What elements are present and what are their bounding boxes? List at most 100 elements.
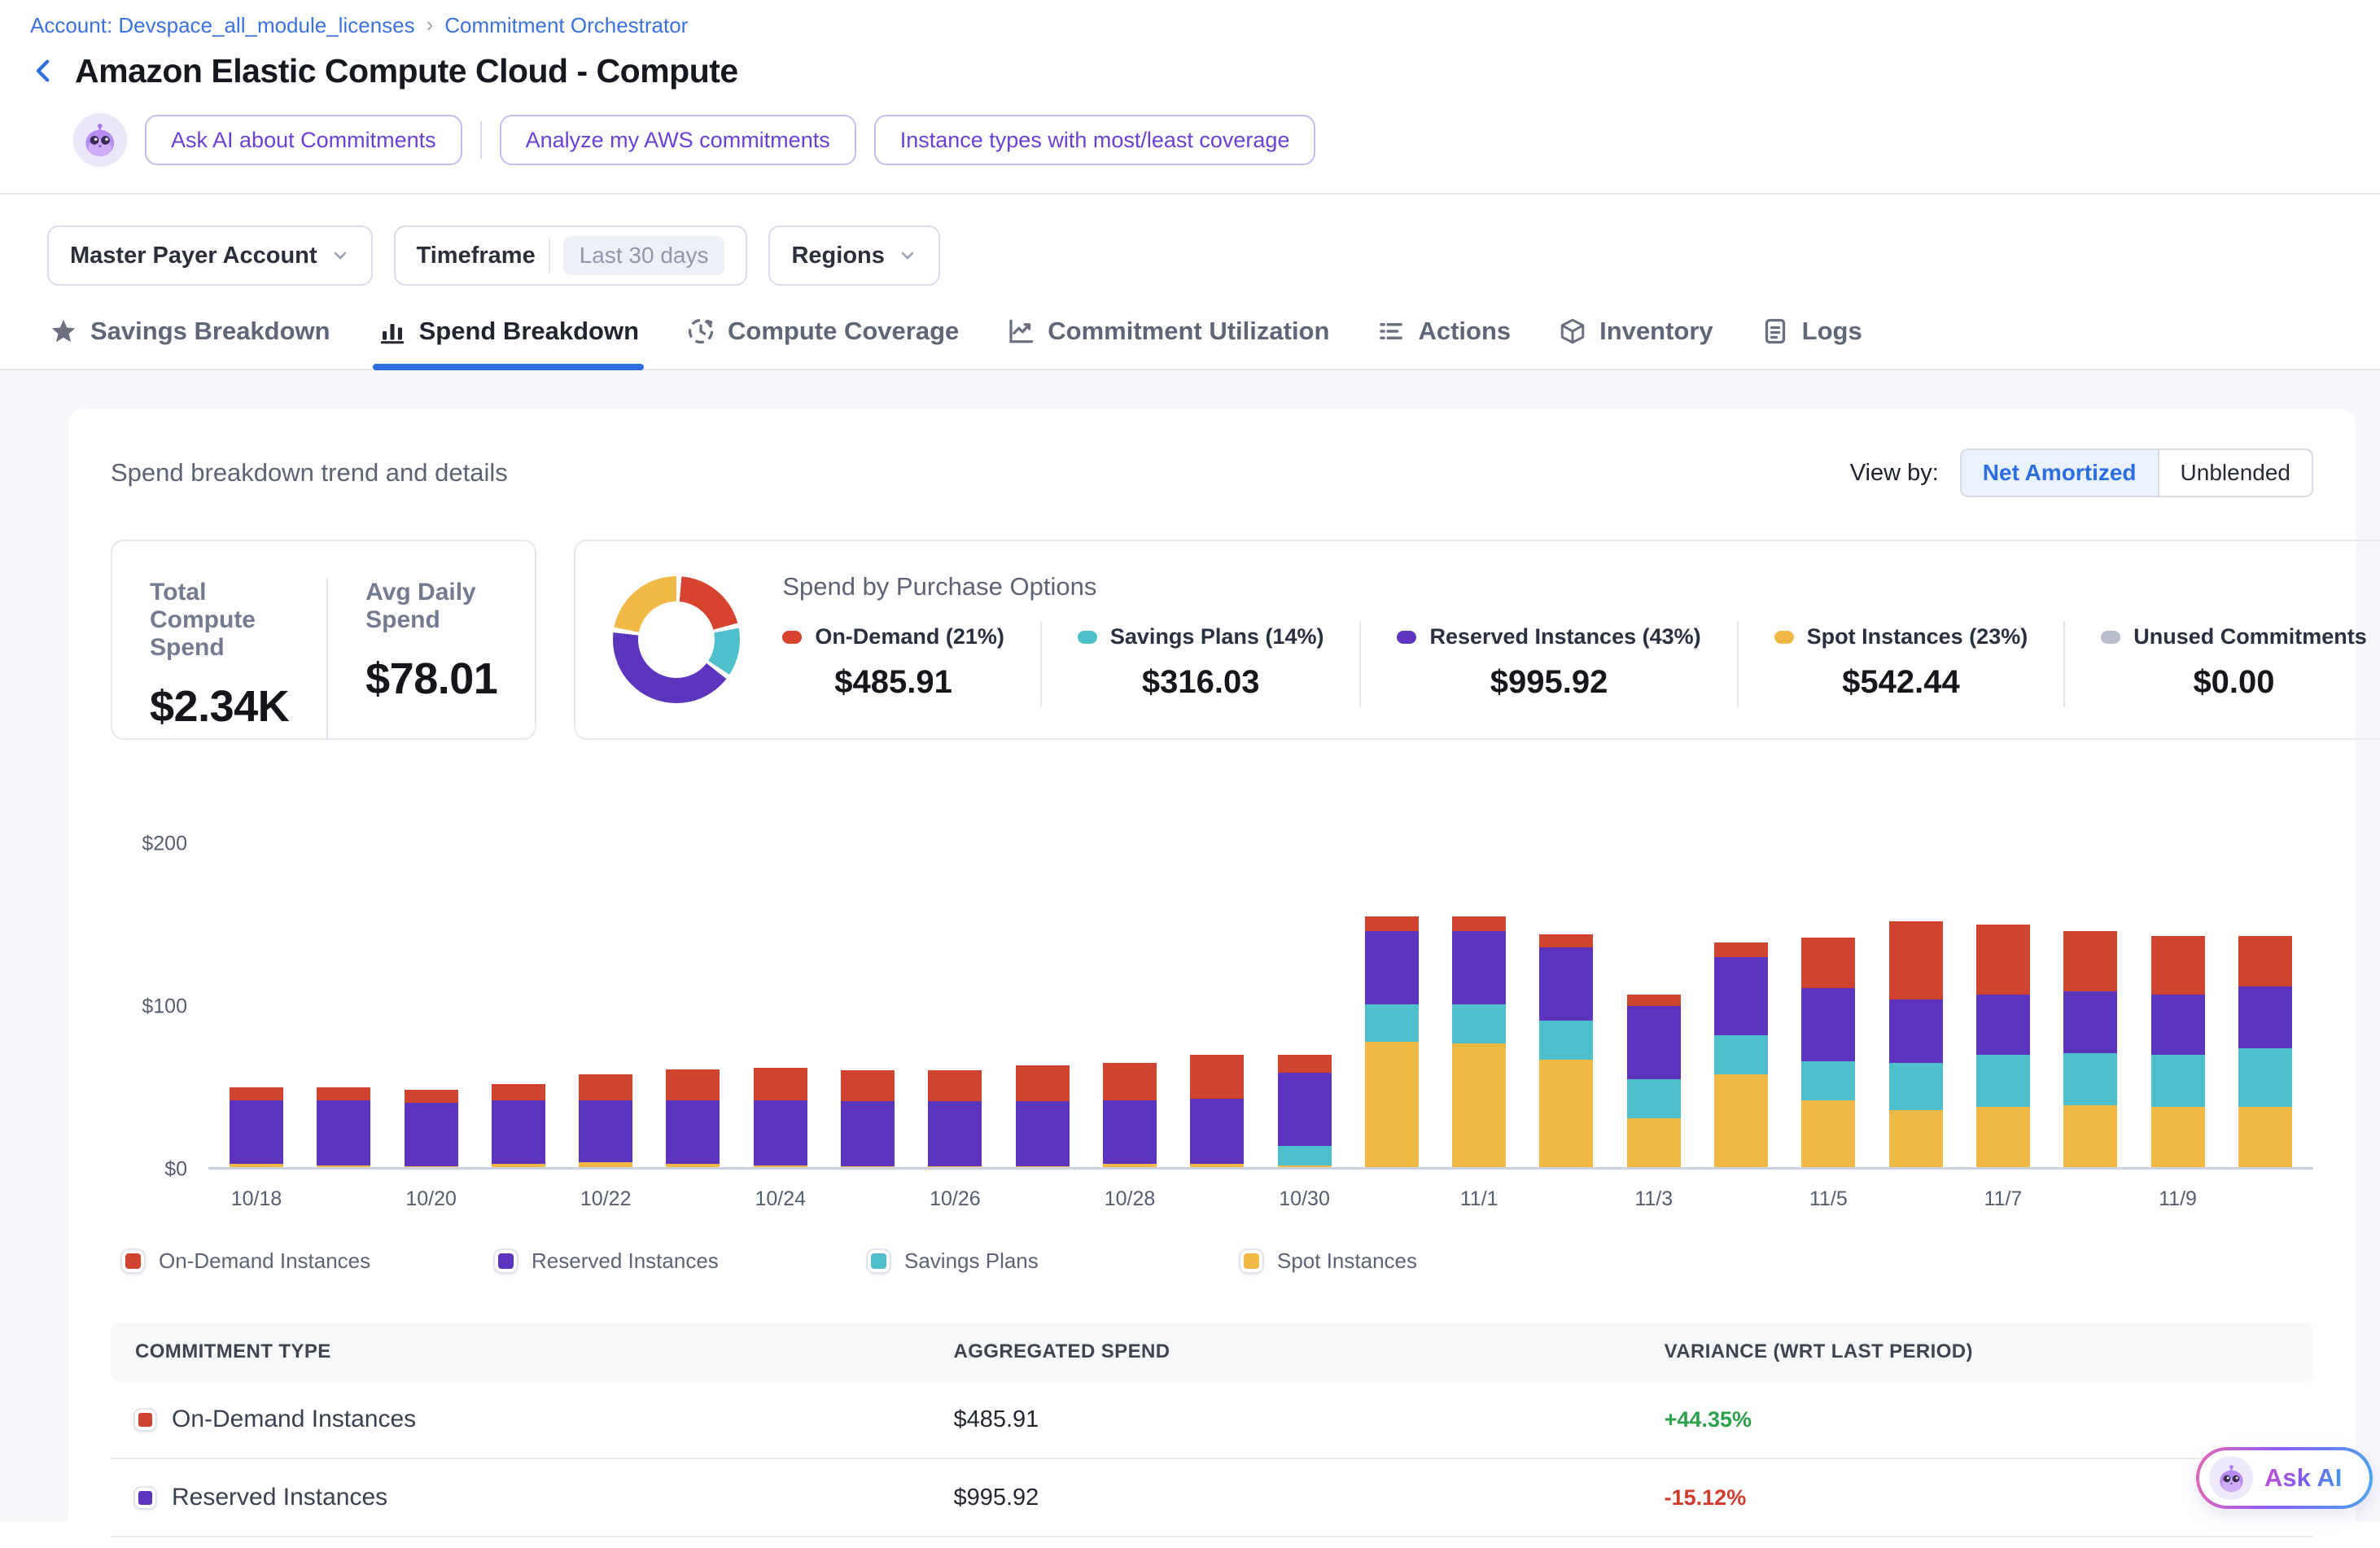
bar-segment-on-demand-instances	[1190, 1055, 1244, 1099]
ask-ai-fab[interactable]: Ask AI	[2196, 1447, 2373, 1509]
breadcrumb-section-link[interactable]: Commitment Orchestrator	[444, 13, 688, 38]
ai-action-button[interactable]: Ask AI about Commitments	[145, 115, 462, 165]
bar-segment-reserved-instances	[1539, 947, 1593, 1021]
account-dropdown[interactable]: Master Payer Account	[47, 225, 373, 286]
chart-bar-10-19[interactable]	[317, 818, 370, 1167]
purchase-options-donut-chart	[613, 576, 740, 703]
purchase-legend-value: $316.03	[1078, 664, 1324, 701]
chart-legend-item: On-Demand Instances	[122, 1248, 495, 1274]
bar-segment-on-demand-instances	[1103, 1063, 1157, 1100]
bar-segment-spot-instances	[1627, 1118, 1681, 1167]
view-by-option-unblended[interactable]: Unblended	[2158, 450, 2312, 496]
table-column-header: VARIANCE (WRT LAST PERIOD)	[1665, 1340, 2289, 1363]
document-icon	[1761, 317, 1790, 346]
content-area: Spend breakdown trend and details View b…	[0, 370, 2380, 1521]
tab-spend-breakdown[interactable]: Spend Breakdown	[378, 317, 639, 369]
breadcrumb-account-link[interactable]: Account: Devspace_all_module_licenses	[30, 13, 415, 38]
bar-segment-savings-plans	[2063, 1053, 2117, 1105]
view-by-control: View by: Net AmortizedUnblended	[1850, 448, 2313, 497]
table-header: COMMITMENT TYPEAGGREGATED SPENDVARIANCE …	[111, 1323, 2313, 1381]
chart-legend-item: Savings Plans	[868, 1248, 1240, 1274]
tab-label: Commitment Utilization	[1048, 317, 1329, 346]
x-axis-tick-label: 11/5	[1801, 1187, 1855, 1211]
tab-actions[interactable]: Actions	[1376, 317, 1511, 369]
bar-segment-spot-instances	[754, 1165, 807, 1167]
chart-bar-10-24[interactable]	[754, 818, 807, 1167]
x-axis-tick-label	[2063, 1187, 2117, 1211]
regions-dropdown-label: Regions	[791, 243, 884, 269]
spend-trend-chart: $0$100$200 10/1810/2010/2210/2410/2610/2…	[111, 818, 2313, 1211]
chart-bar-10-22[interactable]	[579, 818, 632, 1167]
chart-bar-11-10[interactable]	[2238, 818, 2292, 1167]
chart-bar-10-21[interactable]	[492, 818, 545, 1167]
table-row[interactable]: On-Demand Instances$485.91+44.35%	[111, 1381, 2313, 1459]
chart-bar-10-26[interactable]	[928, 818, 982, 1167]
bar-segment-reserved-instances	[1365, 931, 1419, 1004]
chart-bar-11-3[interactable]	[1627, 818, 1681, 1167]
chart-legend-label: Savings Plans	[904, 1248, 1039, 1274]
tab-inventory[interactable]: Inventory	[1558, 317, 1713, 369]
chart-bar-11-1[interactable]	[1452, 818, 1506, 1167]
ai-action-button[interactable]: Instance types with most/least coverage	[874, 115, 1316, 165]
bar-segment-spot-instances	[2151, 1107, 2205, 1167]
chart-bar-11-6[interactable]	[1889, 818, 1943, 1167]
chart-bar-11-8[interactable]	[2063, 818, 2117, 1167]
tab-savings-breakdown[interactable]: Savings Breakdown	[49, 317, 330, 369]
tab-logs[interactable]: Logs	[1761, 317, 1862, 369]
line-chart-icon	[1006, 317, 1035, 346]
tab-label: Savings Breakdown	[90, 317, 330, 346]
chart-bar-10-30[interactable]	[1278, 818, 1332, 1167]
bar-segment-reserved-instances	[754, 1100, 807, 1165]
bar-segment-reserved-instances	[1190, 1099, 1244, 1164]
chart-bar-11-5[interactable]	[1801, 818, 1855, 1167]
back-button[interactable]	[24, 51, 63, 90]
chart-bar-10-23[interactable]	[666, 818, 720, 1167]
bar-segment-savings-plans	[1627, 1079, 1681, 1118]
bar-segment-savings-plans	[1365, 1004, 1419, 1042]
table-column-header: AGGREGATED SPEND	[953, 1340, 1664, 1363]
bar-segment-spot-instances	[579, 1162, 632, 1167]
chart-bar-10-31[interactable]	[1365, 818, 1419, 1167]
bar-segment-reserved-instances	[579, 1100, 632, 1162]
bar-segment-spot-instances	[1889, 1110, 1943, 1167]
aggregated-spend-cell: $485.91	[953, 1406, 1664, 1433]
bar-segment-spot-instances	[2238, 1107, 2292, 1167]
chart-bar-10-28[interactable]	[1103, 818, 1157, 1167]
purchase-legend-label: Savings Plans (14%)	[1110, 624, 1324, 649]
regions-dropdown[interactable]: Regions	[768, 225, 939, 286]
chart-bar-10-27[interactable]	[1016, 818, 1070, 1167]
tab-compute-coverage[interactable]: Compute Coverage	[686, 317, 959, 369]
timeframe-divider	[549, 238, 550, 273]
chart-bar-10-29[interactable]	[1190, 818, 1244, 1167]
bar-segment-reserved-instances	[1801, 988, 1855, 1061]
timeframe-value[interactable]: Last 30 days	[563, 236, 725, 275]
bar-segment-spot-instances	[1976, 1107, 2030, 1167]
view-by-option-net-amortized[interactable]: Net Amortized	[1962, 450, 2158, 496]
chevron-down-icon	[898, 246, 917, 265]
chart-bar-11-9[interactable]	[2151, 818, 2205, 1167]
chart-legend-label: Spot Instances	[1277, 1248, 1417, 1274]
tab-label: Actions	[1418, 317, 1511, 346]
chevron-left-icon	[30, 57, 58, 85]
chart-legend: On-Demand InstancesReserved InstancesSav…	[111, 1248, 2313, 1274]
table-row[interactable]: Reserved Instances$995.92-15.12%	[111, 1459, 2313, 1537]
legend-swatch-icon	[135, 1410, 155, 1430]
x-axis-tick-label	[2238, 1187, 2292, 1211]
chart-bar-11-4[interactable]	[1714, 818, 1768, 1167]
tab-label: Inventory	[1599, 317, 1713, 346]
bar-segment-on-demand-instances	[492, 1084, 545, 1100]
ai-action-button[interactable]: Analyze my AWS commitments	[500, 115, 856, 165]
timeframe-control[interactable]: Timeframe Last 30 days	[394, 225, 748, 286]
chart-bar-11-2[interactable]	[1539, 818, 1593, 1167]
bar-segment-on-demand-instances	[1801, 938, 1855, 988]
chart-bar-11-7[interactable]	[1976, 818, 2030, 1167]
legend-swatch-icon	[495, 1250, 517, 1272]
chart-bar-10-20[interactable]	[405, 818, 458, 1167]
bar-segment-spot-instances	[1365, 1042, 1419, 1167]
tab-commitment-utilization[interactable]: Commitment Utilization	[1006, 317, 1329, 369]
bar-segment-on-demand-instances	[2063, 931, 2117, 991]
tab-bar: Savings Breakdown Spend Breakdown Compute …	[0, 286, 2380, 370]
stat-label: Avg Daily Spend	[365, 579, 497, 634]
chart-bar-10-18[interactable]	[230, 818, 283, 1167]
chart-bar-10-25[interactable]	[841, 818, 895, 1167]
